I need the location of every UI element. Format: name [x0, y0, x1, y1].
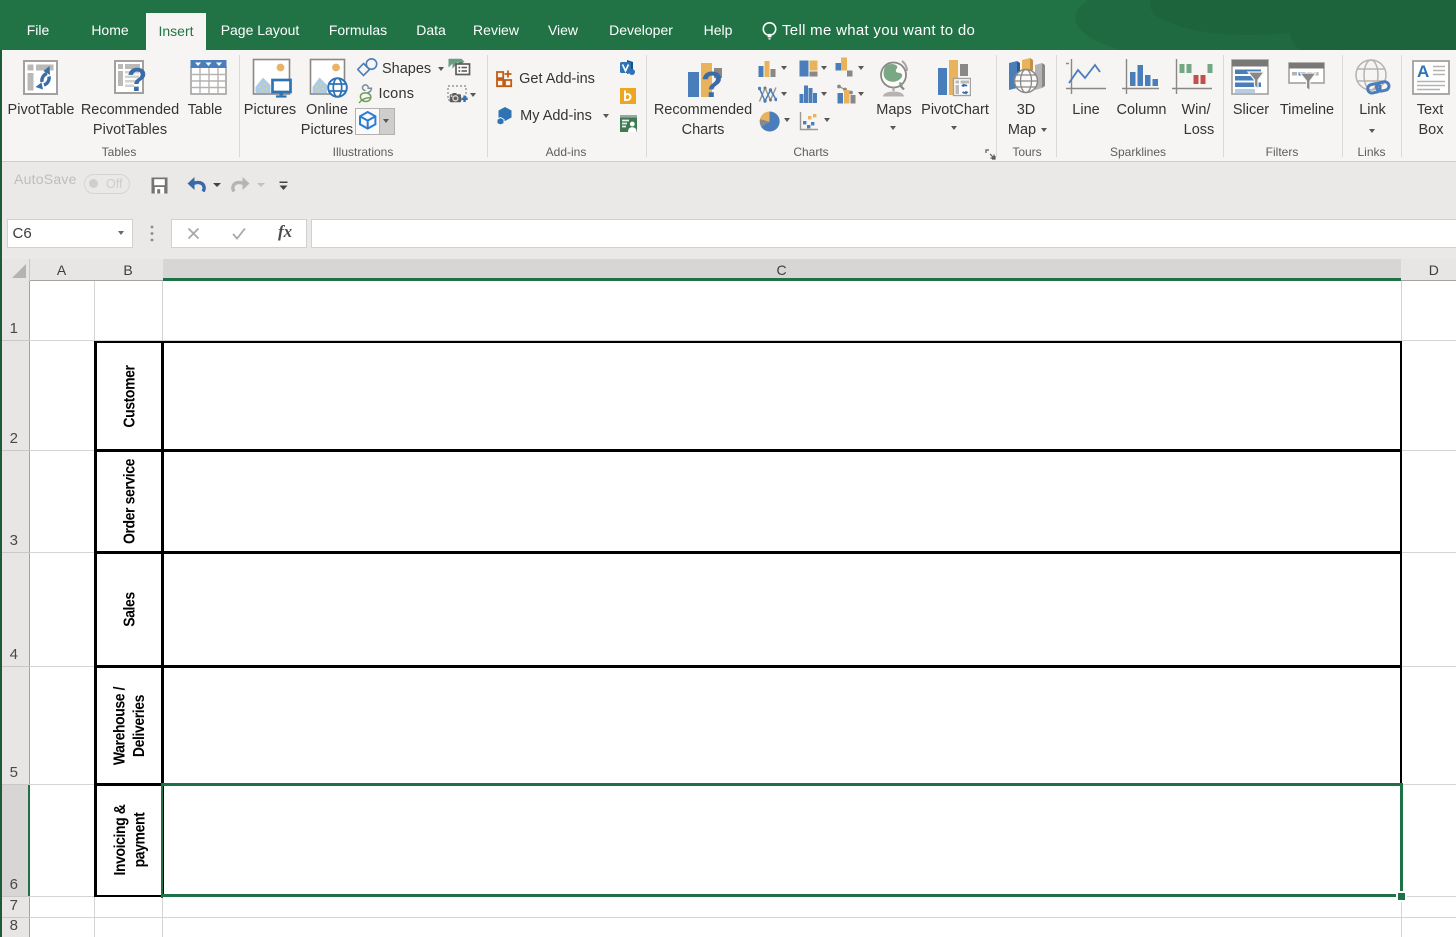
- svg-text:A: A: [1417, 62, 1429, 81]
- svg-text:?: ?: [127, 61, 147, 95]
- svg-text:?: ?: [701, 64, 723, 104]
